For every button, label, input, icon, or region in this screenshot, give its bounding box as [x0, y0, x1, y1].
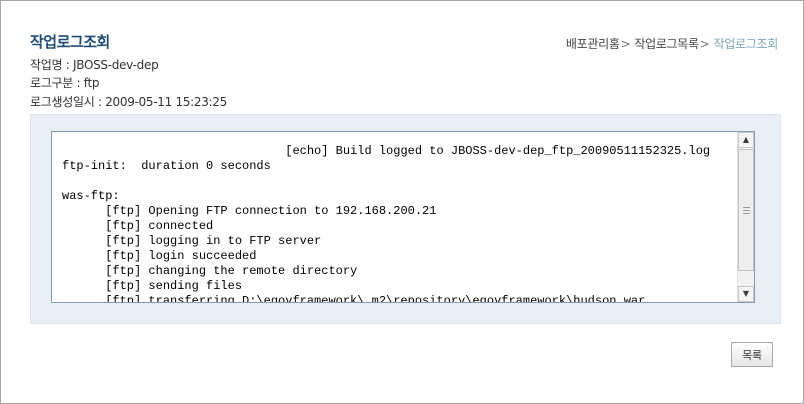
breadcrumb: 배포관리홈> 작업로그목록> 작업로그조회: [566, 35, 778, 52]
breadcrumb-current: 작업로그조회: [713, 37, 779, 51]
scroll-up-icon[interactable]: ▲: [738, 132, 754, 148]
log-created-text: 로그생성일시 : 2009-05-11 15:23:25: [30, 95, 227, 109]
thumb-grip-line: [743, 207, 750, 208]
job-name-text: 작업명 : JBOSS-dev-dep: [30, 58, 159, 72]
page-title: 작업로그조회: [30, 33, 110, 51]
log-type-text: 로그구분 : ftp: [30, 76, 100, 90]
breadcrumb-deploy-home[interactable]: 배포관리홈: [566, 37, 620, 51]
list-button[interactable]: 목록: [731, 342, 773, 367]
vertical-scrollbar[interactable]: ▲ ▼: [737, 132, 754, 302]
thumb-grip-line: [743, 213, 750, 214]
scroll-down-icon[interactable]: ▼: [738, 286, 754, 302]
scrollbar-thumb[interactable]: [738, 149, 754, 271]
log-textarea[interactable]: [echo] Build logged to JBOSS-dev-dep_ftp…: [51, 131, 755, 303]
breadcrumb-separator: >: [620, 37, 631, 51]
page-frame: 작업로그조회 배포관리홈> 작업로그목록> 작업로그조회 작업명 : JBOSS-d…: [0, 0, 804, 404]
thumb-grip-line: [743, 210, 750, 211]
breadcrumb-separator: >: [699, 37, 710, 51]
log-content: [echo] Build logged to JBOSS-dev-dep_ftp…: [62, 144, 711, 302]
log-panel: [echo] Build logged to JBOSS-dev-dep_ftp…: [30, 114, 781, 324]
breadcrumb-log-list[interactable]: 작업로그목록: [634, 37, 699, 51]
